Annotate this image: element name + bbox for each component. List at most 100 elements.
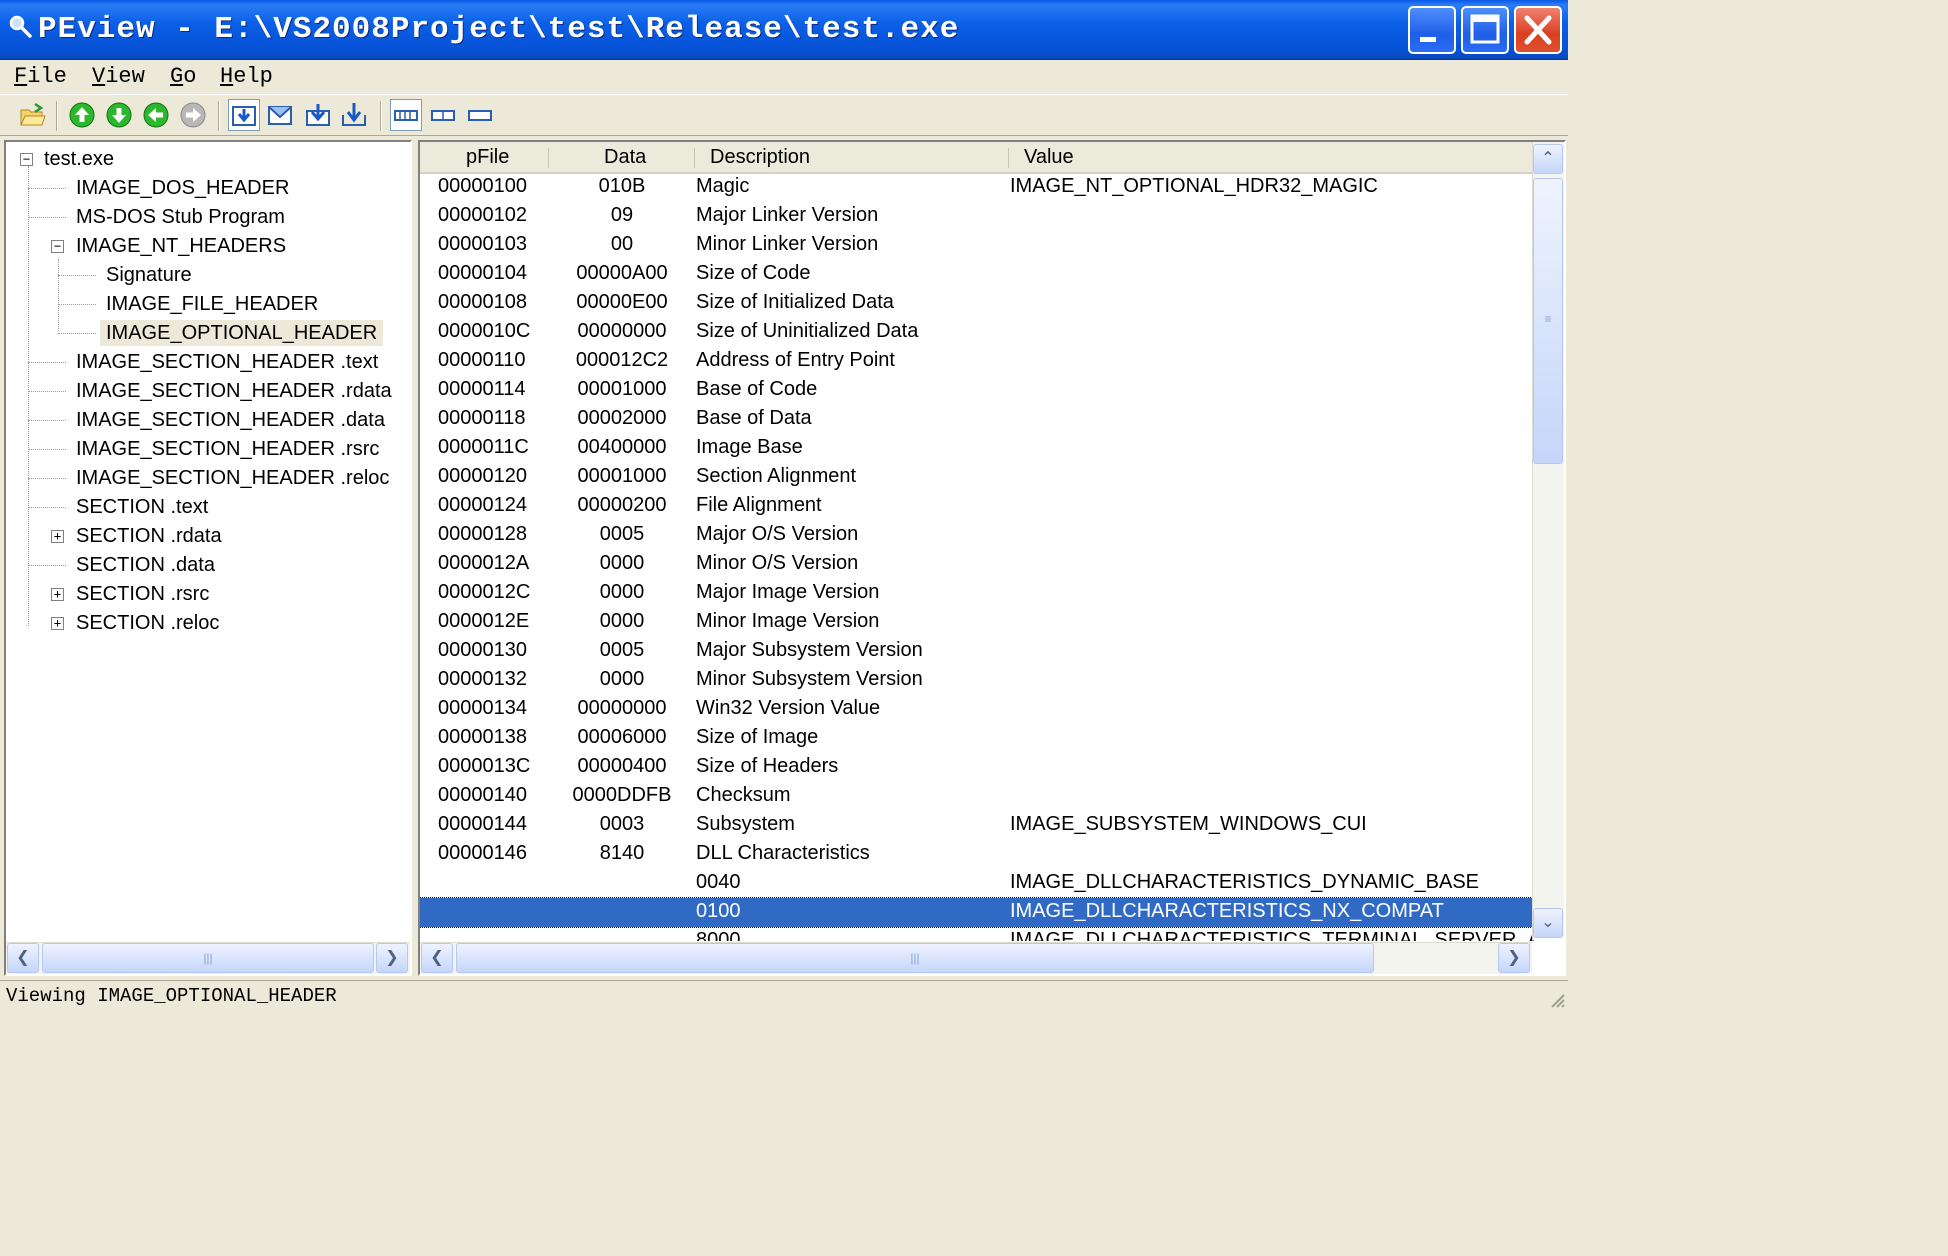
minimize-button[interactable]: [1408, 6, 1456, 54]
scroll-thumb[interactable]: ≡: [1533, 178, 1563, 464]
table-row[interactable]: 00000114 00001000 Base of Code: [420, 376, 1532, 405]
tree-horizontal-scrollbar[interactable]: ❮ ||| ❯: [6, 942, 410, 974]
table-row[interactable]: 00000120 00001000 Section Alignment: [420, 463, 1532, 492]
column-divider[interactable]: [548, 148, 549, 168]
column-header-data[interactable]: Data: [604, 146, 646, 169]
table-row[interactable]: 00000104 00000A00 Size of Code: [420, 260, 1532, 289]
scroll-left-button[interactable]: ❮: [421, 943, 453, 973]
tree-node-section-header-rsrc[interactable]: IMAGE_SECTION_HEADER .rsrc: [76, 436, 379, 462]
tree-expander-nt-headers[interactable]: −: [51, 240, 64, 253]
table-row[interactable]: 00000146 8140 DLL Characteristics: [420, 840, 1532, 869]
cell-data: 09: [610, 204, 634, 226]
table-row[interactable]: 0000012E 0000 Minor Image Version: [420, 608, 1532, 637]
cell-data: 00400000: [577, 436, 667, 458]
cell-data: 010B: [598, 175, 646, 197]
view-details-button[interactable]: [390, 99, 422, 131]
table-row[interactable]: 00000103 00 Minor Linker Version: [420, 231, 1532, 260]
scroll-up-button[interactable]: ⌃: [1533, 144, 1563, 174]
tree-node-dos-header[interactable]: IMAGE_DOS_HEADER: [76, 175, 289, 201]
tree-node-optional-header[interactable]: IMAGE_OPTIONAL_HEADER: [100, 320, 384, 346]
table-row[interactable]: 00000134 00000000 Win32 Version Value: [420, 695, 1532, 724]
tree-expander-section-rsrc[interactable]: +: [51, 588, 64, 601]
table-row[interactable]: 0100 IMAGE_DLLCHARACTERISTICS_NX_COMPAT: [420, 897, 1533, 928]
view-download-button[interactable]: [338, 99, 370, 131]
table-row[interactable]: 00000124 00000200 File Alignment: [420, 492, 1532, 521]
tree-expander-root[interactable]: −: [20, 153, 33, 166]
tree-node-section-header-text[interactable]: IMAGE_SECTION_HEADER .text: [76, 349, 378, 375]
go-forward-button[interactable]: [177, 99, 209, 131]
menu-help[interactable]: Help: [220, 64, 273, 89]
column-header-description[interactable]: Description: [710, 146, 810, 169]
list-vertical-scrollbar[interactable]: ⌃ ≡ ⌄: [1532, 142, 1564, 938]
magnifier-icon: [9, 15, 32, 38]
go-down-button[interactable]: [103, 99, 135, 131]
view-down-button[interactable]: [302, 99, 334, 131]
table-row[interactable]: 00000108 00000E00 Size of Initialized Data: [420, 289, 1532, 318]
status-text: Viewing IMAGE_OPTIONAL_HEADER: [6, 985, 337, 1007]
maximize-button[interactable]: [1461, 6, 1509, 54]
tree-node-section-data[interactable]: SECTION .data: [76, 552, 215, 578]
table-row[interactable]: 00000110 000012C2 Address of Entry Point: [420, 347, 1532, 376]
tree-node-section-text[interactable]: SECTION .text: [76, 494, 208, 520]
menu-go[interactable]: Go: [170, 64, 196, 89]
view-hex-button[interactable]: [228, 99, 260, 131]
tree-node-root[interactable]: test.exe: [44, 146, 114, 172]
column-divider[interactable]: [1008, 148, 1009, 168]
tree-node-nt-headers[interactable]: IMAGE_NT_HEADERS: [76, 233, 286, 259]
table-row[interactable]: 0000012A 0000 Minor O/S Version: [420, 550, 1532, 579]
structure-tree[interactable]: − test.exe IMAGE_DOS_HEADER MS-DOS Stub …: [4, 140, 412, 976]
tree-expander-section-reloc[interactable]: +: [51, 617, 64, 630]
cell-description: DLL Characteristics: [696, 842, 870, 864]
table-row[interactable]: 0040 IMAGE_DLLCHARACTERISTICS_DYNAMIC_BAS…: [420, 869, 1532, 898]
view-bar-button[interactable]: [464, 99, 496, 131]
close-button[interactable]: [1514, 6, 1562, 54]
tree-expander-section-rdata[interactable]: +: [51, 530, 64, 543]
open-file-button[interactable]: [16, 99, 48, 131]
menu-view[interactable]: View: [92, 64, 145, 89]
view-list-button[interactable]: [427, 99, 459, 131]
cell-data: 0000DDFB: [572, 784, 672, 806]
table-row[interactable]: 00000138 00006000 Size of Image: [420, 724, 1532, 753]
go-back-button[interactable]: [140, 99, 172, 131]
view-mail-button[interactable]: [264, 99, 296, 131]
table-row[interactable]: 00000132 0000 Minor Subsystem Version: [420, 666, 1532, 695]
tree-node-section-reloc[interactable]: SECTION .reloc: [76, 610, 219, 636]
tree-node-section-rsrc[interactable]: SECTION .rsrc: [76, 581, 209, 607]
tree-guide: [58, 304, 96, 305]
column-header-pfile[interactable]: pFile: [466, 146, 509, 169]
table-row[interactable]: 00000140 0000DDFB Checksum: [420, 782, 1532, 811]
tree-node-section-rdata[interactable]: SECTION .rdata: [76, 523, 222, 549]
title-bar[interactable]: PEview - E:\VS2008Project\test\Release\t…: [0, 0, 1568, 60]
scroll-right-button[interactable]: ❯: [1498, 943, 1530, 973]
menu-file[interactable]: File: [14, 64, 67, 89]
table-row[interactable]: 00000102 09 Major Linker Version: [420, 202, 1532, 231]
tree-node-section-header-reloc[interactable]: IMAGE_SECTION_HEADER .reloc: [76, 465, 389, 491]
scroll-left-button[interactable]: ❮: [7, 943, 39, 973]
scroll-right-button[interactable]: ❯: [376, 943, 408, 973]
table-row[interactable]: 0000011C 00400000 Image Base: [420, 434, 1532, 463]
tree-node-dos-stub[interactable]: MS-DOS Stub Program: [76, 204, 285, 230]
resize-grip-icon[interactable]: [1548, 991, 1566, 1009]
table-row[interactable]: 00000100 010B Magic IMAGE_NT_OPTIONAL_HDR32…: [420, 173, 1532, 202]
table-row[interactable]: 8000 IMAGE_DLLCHARACTERISTICS_TERMINAL_SE…: [420, 927, 1534, 941]
scroll-down-button[interactable]: ⌄: [1533, 908, 1563, 938]
table-row[interactable]: 0000010C 00000000 Size of Uninitialized Da…: [420, 318, 1532, 347]
scroll-thumb[interactable]: |||: [42, 943, 374, 973]
go-up-button[interactable]: [66, 99, 98, 131]
table-row[interactable]: 00000128 0005 Major O/S Version: [420, 521, 1532, 550]
table-row[interactable]: 0000013C 00000400 Size of Headers: [420, 753, 1532, 782]
table-row[interactable]: 0000012C 0000 Major Image Version: [420, 579, 1532, 608]
tree-node-section-header-data[interactable]: IMAGE_SECTION_HEADER .data: [76, 407, 385, 433]
tree-node-file-header[interactable]: IMAGE_FILE_HEADER: [106, 291, 318, 317]
scroll-thumb[interactable]: |||: [456, 943, 1374, 973]
tree-node-signature[interactable]: Signature: [106, 262, 192, 288]
tree-node-section-header-rdata[interactable]: IMAGE_SECTION_HEADER .rdata: [76, 378, 392, 404]
list-horizontal-scrollbar[interactable]: ❮ ||| ❯: [420, 942, 1532, 974]
column-divider[interactable]: [694, 148, 695, 168]
table-row[interactable]: 00000130 0005 Major Subsystem Version: [420, 637, 1532, 666]
field-list[interactable]: pFile Data Description Value 00000100 010…: [418, 140, 1566, 976]
column-header-value[interactable]: Value: [1024, 146, 1074, 169]
table-row[interactable]: 00000118 00002000 Base of Data: [420, 405, 1532, 434]
table-row[interactable]: 00000144 0003 Subsystem IMAGE_SUBSYSTEM_WIN…: [420, 811, 1532, 840]
cell-pfile: 00000108: [438, 291, 527, 313]
